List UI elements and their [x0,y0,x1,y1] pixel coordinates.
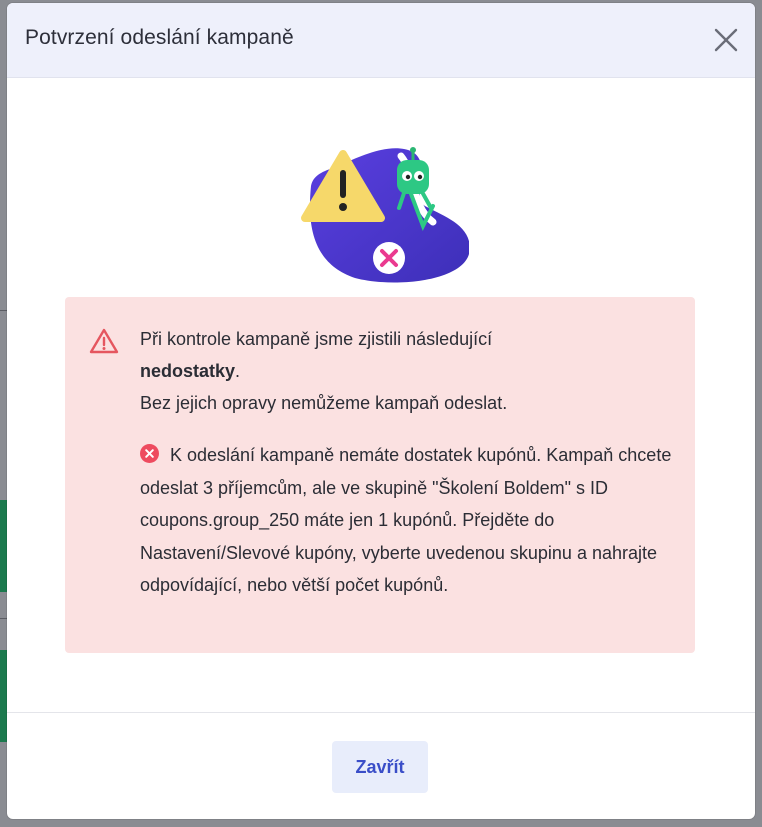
alert-bold-word: nedostatky [140,361,236,381]
alert-line-1: Při kontrole kampaně jsme zjistili násle… [140,329,493,349]
error-circle-icon [140,444,159,463]
alert-line-2: nedostatky. [140,355,670,387]
alert-error-detail: K odeslání kampaně nemáte dostatek kupón… [140,439,680,602]
alert-line-2-rest: . [235,361,241,381]
error-message: K odeslání kampaně nemáte dostatek kupón… [140,445,672,595]
error-alert: Při kontrole kampaně jsme zjistili násle… [65,297,695,653]
warning-robot-illustration [293,146,470,286]
modal-title: Potvrzení odeslání kampaně [25,26,294,49]
close-icon[interactable] [711,25,741,55]
footer-divider [7,712,755,713]
alert-line-3: Bez jejich opravy nemůžeme kampaň odesla… [140,393,508,413]
warning-triangle-icon [89,327,119,355]
campaign-confirmation-modal: Potvrzení odeslání kampaně Při kontrole … [7,3,755,819]
modal-header: Potvrzení odeslání kampaně [7,3,755,78]
alert-summary: Při kontrole kampaně jsme zjistili násle… [140,323,670,419]
close-button[interactable]: Zavřít [332,741,428,793]
